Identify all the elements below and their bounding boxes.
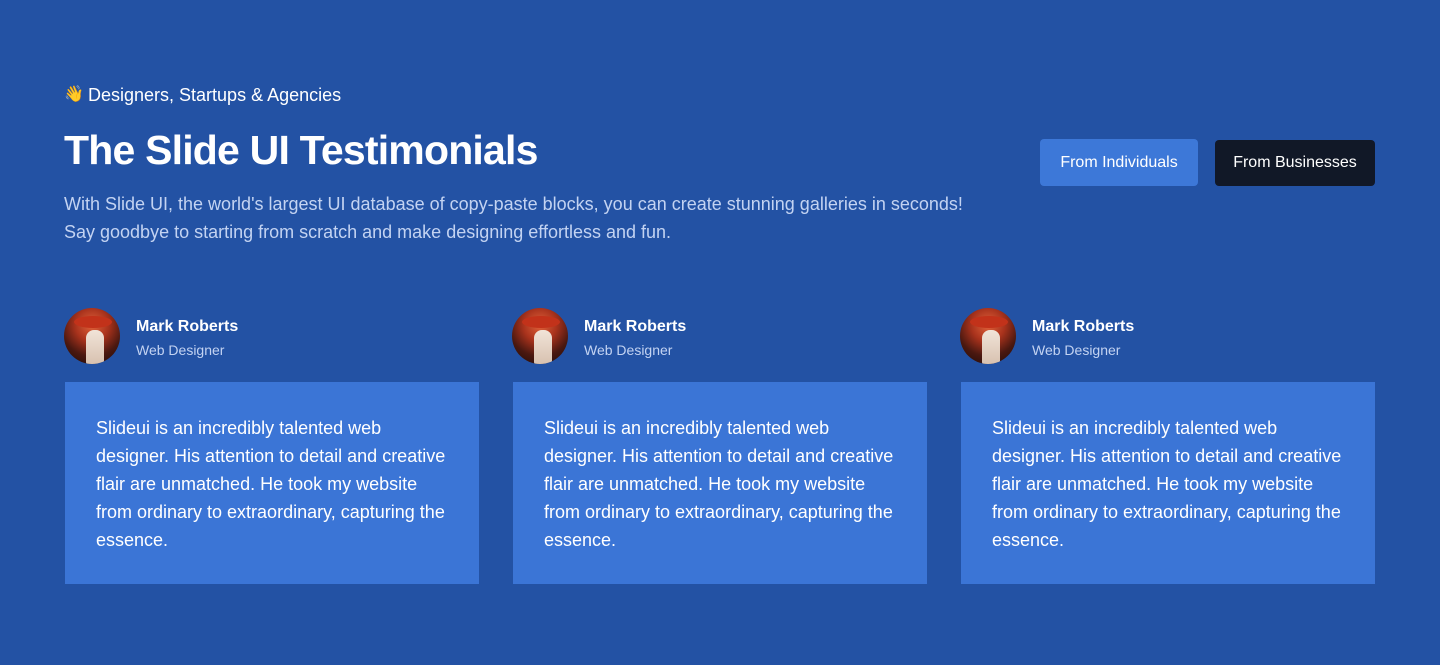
testimonial-card: Mark Roberts Web Designer Slideui is an …	[64, 308, 480, 584]
author-name: Mark Roberts	[136, 318, 239, 335]
author-name: Mark Roberts	[1032, 318, 1135, 335]
testimonial-author: Mark Roberts Web Designer	[64, 308, 480, 364]
page-description: With Slide UI, the world's largest UI da…	[64, 194, 963, 242]
page-title: The Slide UI Testimonials	[64, 127, 538, 173]
avatar	[512, 308, 568, 364]
testimonial-quote: Slideui is an incredibly talented web de…	[992, 418, 1342, 550]
waving-hand-icon: 👋	[64, 86, 84, 103]
author-role: Web Designer	[1032, 342, 1121, 358]
author-role: Web Designer	[584, 342, 673, 358]
testimonial-card: Mark Roberts Web Designer Slideui is an …	[512, 308, 928, 584]
from-businesses-button[interactable]: From Businesses	[1215, 140, 1375, 186]
author-name: Mark Roberts	[584, 318, 687, 335]
eyebrow-text: Designers, Startups & Agencies	[88, 85, 342, 105]
testimonial-card: Mark Roberts Web Designer Slideui is an …	[960, 308, 1376, 584]
testimonial-quote: Slideui is an incredibly talented web de…	[544, 418, 894, 550]
avatar	[960, 308, 1016, 364]
testimonial-quote: Slideui is an incredibly talented web de…	[96, 418, 446, 550]
author-role: Web Designer	[136, 342, 225, 358]
testimonial-quote-box: Slideui is an incredibly talented web de…	[513, 382, 927, 584]
from-individuals-button[interactable]: From Individuals	[1040, 139, 1198, 186]
testimonial-author: Mark Roberts Web Designer	[512, 308, 928, 364]
avatar	[64, 308, 120, 364]
testimonial-quote-box: Slideui is an incredibly talented web de…	[961, 382, 1375, 584]
eyebrow: 👋 Designers, Startups & Agencies	[64, 84, 341, 106]
testimonial-author: Mark Roberts Web Designer	[960, 308, 1376, 364]
testimonial-quote-box: Slideui is an incredibly talented web de…	[65, 382, 479, 584]
testimonial-list: Mark Roberts Web Designer Slideui is an …	[64, 308, 1376, 588]
testimonials-section: 👋 Designers, Startups & Agencies The Sli…	[64, 0, 1376, 665]
